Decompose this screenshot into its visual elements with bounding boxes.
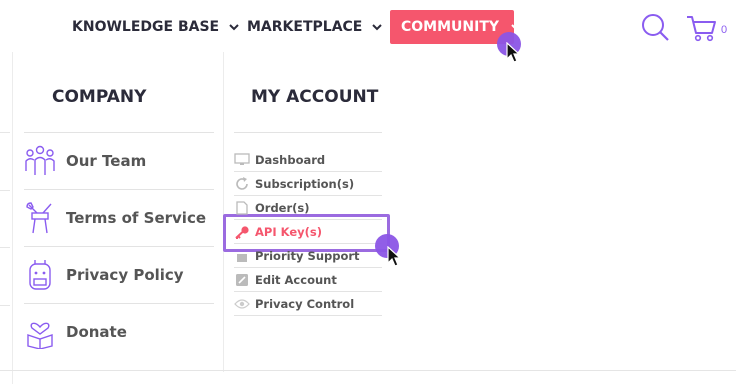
- cart-count-badge: 0: [721, 24, 728, 36]
- company-item-terms-of-service[interactable]: Terms of Service: [24, 189, 214, 246]
- nav-community-label: COMMUNITY: [401, 19, 500, 35]
- tools-icon: [24, 200, 56, 236]
- account-item-privacy-control[interactable]: Privacy Control: [234, 292, 382, 316]
- company-menu-list: Our Team Terms of Service Privacy Policy: [24, 132, 214, 360]
- top-navigation: KNOWLEDGE BASE MARKETPLACE COMMUNITY 0: [0, 0, 736, 52]
- my-account-menu-list: Dashboard Subscription(s) Order(s) API K…: [234, 132, 382, 316]
- divider: [234, 132, 382, 148]
- company-item-label: Donate: [66, 323, 127, 341]
- mouse-cursor-icon: [387, 246, 402, 267]
- company-item-privacy-policy[interactable]: Privacy Policy: [24, 246, 214, 303]
- nav-marketplace[interactable]: MARKETPLACE: [247, 10, 383, 44]
- account-item-label: Order(s): [255, 200, 310, 215]
- company-item-label: Terms of Service: [66, 209, 207, 227]
- search-icon[interactable]: [640, 12, 670, 42]
- company-item-our-team[interactable]: Our Team: [24, 132, 214, 189]
- cart-icon[interactable]: [686, 14, 718, 42]
- nav-knowledge-base-label: KNOWLEDGE BASE: [72, 19, 220, 35]
- account-item-label: API Key(s): [255, 224, 322, 239]
- bottom-border: [0, 370, 736, 371]
- company-item-donate[interactable]: Donate: [24, 303, 214, 360]
- eye-icon: [234, 297, 250, 311]
- team-icon: [24, 143, 56, 179]
- account-item-label: Priority Support: [255, 248, 360, 263]
- donate-box-icon: [24, 314, 56, 350]
- backpack-icon: [24, 257, 56, 293]
- nav-community[interactable]: COMMUNITY: [390, 10, 521, 44]
- account-item-edit-account[interactable]: Edit Account: [234, 268, 382, 292]
- edit-icon: [234, 273, 250, 287]
- chevron-down-icon: [372, 19, 383, 35]
- account-item-label: Privacy Control: [255, 296, 355, 311]
- account-item-subscriptions[interactable]: Subscription(s): [234, 172, 382, 196]
- key-icon: [234, 225, 250, 239]
- monitor-icon: [234, 153, 250, 167]
- account-item-label: Subscription(s): [255, 176, 355, 191]
- column-divider: [223, 52, 224, 372]
- company-item-label: Our Team: [66, 152, 147, 170]
- document-icon: [234, 200, 250, 215]
- account-item-label: Edit Account: [255, 272, 337, 287]
- account-item-api-keys[interactable]: API Key(s): [234, 220, 382, 244]
- chevron-down-icon: [229, 19, 239, 35]
- refresh-icon: [234, 176, 250, 191]
- account-item-orders[interactable]: Order(s): [234, 196, 382, 220]
- account-item-priority-support[interactable]: Priority Support: [234, 244, 382, 268]
- company-heading: COMPANY: [52, 87, 147, 107]
- my-account-heading: MY ACCOUNT: [251, 87, 379, 107]
- account-item-dashboard[interactable]: Dashboard: [234, 148, 382, 172]
- account-item-label: Dashboard: [255, 152, 326, 167]
- nav-marketplace-label: MARKETPLACE: [247, 19, 363, 35]
- nav-knowledge-base[interactable]: KNOWLEDGE BASE: [72, 10, 239, 44]
- company-item-label: Privacy Policy: [66, 266, 184, 284]
- support-icon: [234, 249, 250, 263]
